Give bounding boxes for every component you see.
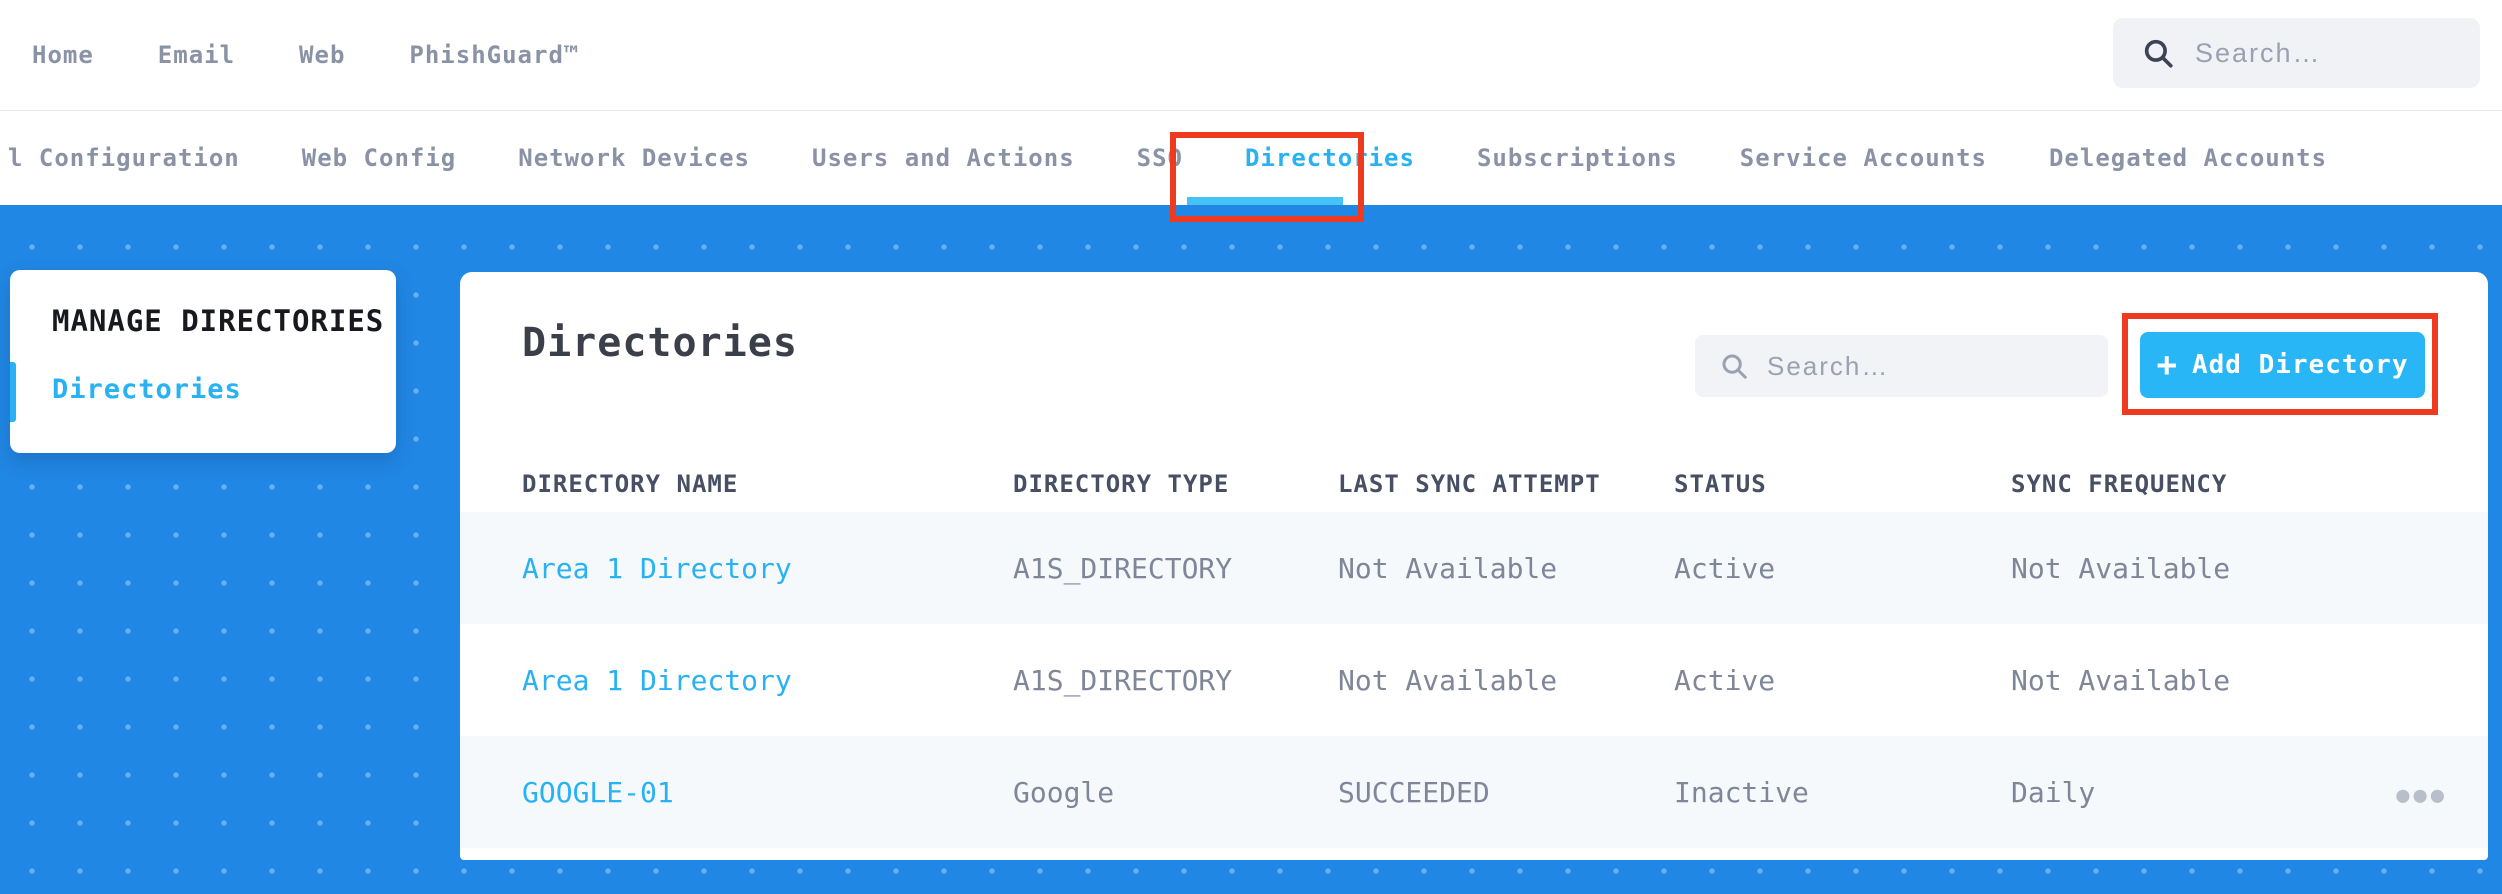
sync-frequency-cell: Not Available	[2011, 551, 2231, 585]
status-cell: Inactive	[1674, 775, 1809, 809]
tab-network-devices[interactable]: Network Devices	[518, 144, 750, 172]
tab-delegated-accounts[interactable]: Delegated Accounts	[2049, 144, 2327, 172]
panel-header: Directories Search… + Add Directory	[460, 272, 2488, 455]
primary-nav: Home Email Web PhishGuard™ Search…	[0, 0, 2502, 110]
column-header-last-sync-attempt: LAST SYNC ATTEMPT	[1338, 469, 1601, 498]
directory-type-cell: A1S_DIRECTORY	[1013, 663, 1233, 697]
column-header-directory-type: DIRECTORY TYPE	[1013, 469, 1230, 498]
app-screen: Home Email Web PhishGuard™ Search… l Con…	[0, 0, 2502, 894]
directories-search-input[interactable]: Search…	[1695, 335, 2108, 397]
status-cell: Active	[1674, 551, 1776, 585]
active-tab-underline	[1187, 197, 1343, 205]
row-actions-menu-icon[interactable]: ●●●	[2396, 783, 2448, 808]
table-row: Area 1 Directory A1S_DIRECTORY Not Avail…	[460, 624, 2488, 736]
directory-type-cell: A1S_DIRECTORY	[1013, 551, 1233, 585]
table-row: Area 1 Directory A1S_DIRECTORY Not Avail…	[460, 512, 2488, 624]
add-directory-button[interactable]: + Add Directory	[2140, 332, 2425, 398]
directory-name-link[interactable]: Area 1 Directory	[522, 664, 1013, 697]
tab-web-config[interactable]: Web Config	[302, 144, 457, 172]
last-sync-attempt-cell: Not Available	[1338, 551, 1558, 585]
column-header-status: STATUS	[1674, 469, 1767, 498]
sidebar-item-directories[interactable]: Directories	[52, 374, 242, 405]
directories-table: DIRECTORY NAME DIRECTORY TYPE LAST SYNC …	[460, 455, 2488, 848]
active-item-bar	[10, 362, 16, 422]
nav-item-phishguard[interactable]: PhishGuard™	[409, 41, 579, 69]
manage-card-title: MANAGE DIRECTORIES	[52, 304, 385, 338]
table-header-row: DIRECTORY NAME DIRECTORY TYPE LAST SYNC …	[460, 455, 2488, 512]
global-search-input[interactable]: Search…	[2113, 18, 2480, 88]
tab-sso[interactable]: SSO	[1137, 144, 1183, 172]
directory-name-link[interactable]: Area 1 Directory	[522, 552, 1013, 585]
table-row: GOOGLE-01 Google SUCCEEDED Inactive Dail…	[460, 736, 2488, 848]
search-icon	[2144, 39, 2173, 68]
directory-type-cell: Google	[1013, 775, 1115, 809]
nav-item-home[interactable]: Home	[32, 41, 94, 69]
directories-panel: Directories Search… + Add Directory DIRE…	[460, 272, 2488, 860]
add-directory-button-label: Add Directory	[2191, 350, 2409, 380]
row-actions-cell: ●●●	[2355, 776, 2448, 809]
nav-item-web[interactable]: Web	[299, 41, 345, 69]
tab-service-accounts[interactable]: Service Accounts	[1740, 144, 1987, 172]
directory-name-link[interactable]: GOOGLE-01	[522, 776, 1013, 809]
page-title: Directories	[522, 320, 798, 366]
status-cell: Active	[1674, 663, 1776, 697]
secondary-nav: l Configuration Web Config Network Devic…	[0, 110, 2502, 205]
content-area: MANAGE DIRECTORIES Directories Directori…	[0, 205, 2502, 894]
directories-search-placeholder: Search…	[1767, 350, 1890, 381]
tab-directories[interactable]: Directories	[1245, 144, 1415, 172]
sync-frequency-cell: Not Available	[2011, 663, 2231, 697]
last-sync-attempt-cell: SUCCEEDED	[1338, 775, 1490, 809]
tab-subscriptions[interactable]: Subscriptions	[1477, 144, 1678, 172]
column-header-directory-name: DIRECTORY NAME	[522, 469, 739, 498]
tab-users-and-actions[interactable]: Users and Actions	[812, 144, 1075, 172]
search-icon	[1722, 354, 1747, 379]
plus-icon: +	[2156, 345, 2178, 385]
global-search-placeholder: Search…	[2195, 37, 2322, 68]
sync-frequency-cell: Daily	[2011, 775, 2096, 809]
tab-email-configuration[interactable]: l Configuration	[8, 144, 240, 172]
manage-directories-card: MANAGE DIRECTORIES Directories	[10, 270, 396, 453]
column-header-sync-frequency: SYNC FREQUENCY	[2011, 469, 2228, 498]
last-sync-attempt-cell: Not Available	[1338, 663, 1558, 697]
nav-item-email[interactable]: Email	[158, 41, 235, 69]
